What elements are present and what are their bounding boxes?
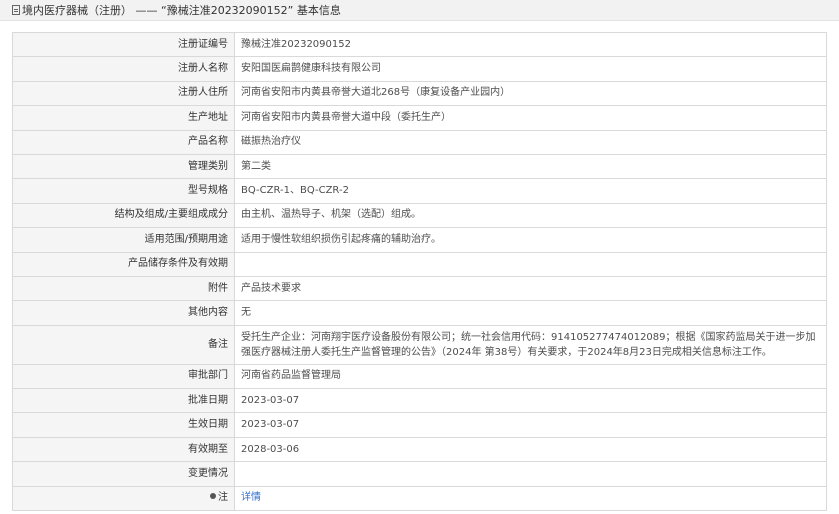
- row-label: 变更情况: [12, 461, 235, 487]
- row-value: 2023-03-07: [234, 412, 827, 438]
- table-row: 其他内容 无: [12, 300, 827, 326]
- table-row: 附件 产品技术要求: [12, 275, 827, 302]
- row-label: 产品储存条件及有效期: [12, 251, 235, 277]
- row-value: BQ-CZR-1、BQ-CZR-2: [234, 178, 827, 204]
- document-icon: [12, 5, 20, 15]
- row-value: 适用于慢性软组织损伤引起疼痛的辅助治疗。: [234, 227, 827, 253]
- table-row: 管理类别 第二类: [12, 153, 827, 180]
- table-row: 结构及组成/主要组成成分 由主机、温热导子、机架（选配）组成。: [12, 202, 827, 229]
- row-label: 生效日期: [12, 412, 235, 438]
- table-row: 注册证编号 豫械注准20232090152: [12, 31, 827, 58]
- row-value: 2028-03-06: [234, 436, 827, 463]
- note-label: 注: [218, 492, 228, 504]
- row-value: [234, 461, 827, 487]
- row-value: 由主机、温热导子、机架（选配）组成。: [234, 202, 827, 229]
- row-value: [234, 251, 827, 277]
- page-header: 境内医疗器械（注册） —— “豫械注准20232090152” 基本信息: [0, 0, 839, 21]
- row-value: 产品技术要求: [234, 275, 827, 302]
- row-value: 受托生产企业：河南翔宇医疗设备股份有限公司；统一社会信用代码：914105277…: [234, 324, 827, 365]
- row-label: 生产地址: [12, 105, 235, 131]
- table-row-note: 注 详情: [12, 485, 827, 512]
- row-label: 附件: [12, 275, 235, 302]
- bulb-icon: [210, 493, 216, 500]
- row-label: 审批部门: [12, 363, 235, 390]
- table-row: 有效期至 2028-03-06: [12, 436, 827, 463]
- table-row: 生产地址 河南省安阳市内黄县帝誉大道中段（委托生产）: [12, 105, 827, 131]
- row-value: 2023-03-07: [234, 388, 827, 414]
- row-label: 适用范围/预期用途: [12, 227, 235, 253]
- table-row: 审批部门 河南省药品监督管理局: [12, 363, 827, 390]
- row-label: 批准日期: [12, 388, 235, 414]
- row-value: 安阳国医扁鹊健康科技有限公司: [234, 56, 827, 82]
- table-row: 适用范围/预期用途 适用于慢性软组织损伤引起疼痛的辅助治疗。: [12, 227, 827, 253]
- table-row: 批准日期 2023-03-07: [12, 388, 827, 414]
- row-value: 第二类: [234, 153, 827, 180]
- row-label: 产品名称: [12, 129, 235, 155]
- note-value-cell: 详情: [234, 485, 827, 512]
- table-row: 产品储存条件及有效期: [12, 251, 827, 277]
- row-value: 河南省安阳市内黄县帝誉大道北268号（康复设备产业园内）: [234, 80, 827, 107]
- row-value: 磁振热治疗仪: [234, 129, 827, 155]
- table-row: 生效日期 2023-03-07: [12, 412, 827, 438]
- table-row: 备注 受托生产企业：河南翔宇医疗设备股份有限公司；统一社会信用代码：914105…: [12, 324, 827, 365]
- table-row: 型号规格 BQ-CZR-1、BQ-CZR-2: [12, 178, 827, 204]
- table-row: 注册人名称 安阳国医扁鹊健康科技有限公司: [12, 56, 827, 82]
- table-row: 产品名称 磁振热治疗仪: [12, 129, 827, 155]
- registration-detail-table: 注册证编号 豫械注准20232090152 注册人名称 安阳国医扁鹊健康科技有限…: [12, 31, 827, 512]
- row-value: 豫械注准20232090152: [234, 31, 827, 58]
- row-label: 注册人名称: [12, 56, 235, 82]
- row-label: 型号规格: [12, 178, 235, 204]
- row-label: 有效期至: [12, 436, 235, 463]
- row-label: 结构及组成/主要组成成分: [12, 202, 235, 229]
- row-label: 管理类别: [12, 153, 235, 180]
- table-row: 变更情况: [12, 461, 827, 487]
- table-row: 注册人住所 河南省安阳市内黄县帝誉大道北268号（康复设备产业园内）: [12, 80, 827, 107]
- row-value: 河南省药品监督管理局: [234, 363, 827, 390]
- row-label: 备注: [12, 324, 235, 365]
- note-label-cell: 注: [12, 485, 235, 512]
- row-value: 无: [234, 300, 827, 326]
- details-link[interactable]: 详情: [241, 492, 261, 503]
- row-label: 注册人住所: [12, 80, 235, 107]
- row-value: 河南省安阳市内黄县帝誉大道中段（委托生产）: [234, 105, 827, 131]
- row-label: 其他内容: [12, 300, 235, 326]
- row-label: 注册证编号: [12, 31, 235, 58]
- page-title: 境内医疗器械（注册） —— “豫械注准20232090152” 基本信息: [22, 4, 341, 17]
